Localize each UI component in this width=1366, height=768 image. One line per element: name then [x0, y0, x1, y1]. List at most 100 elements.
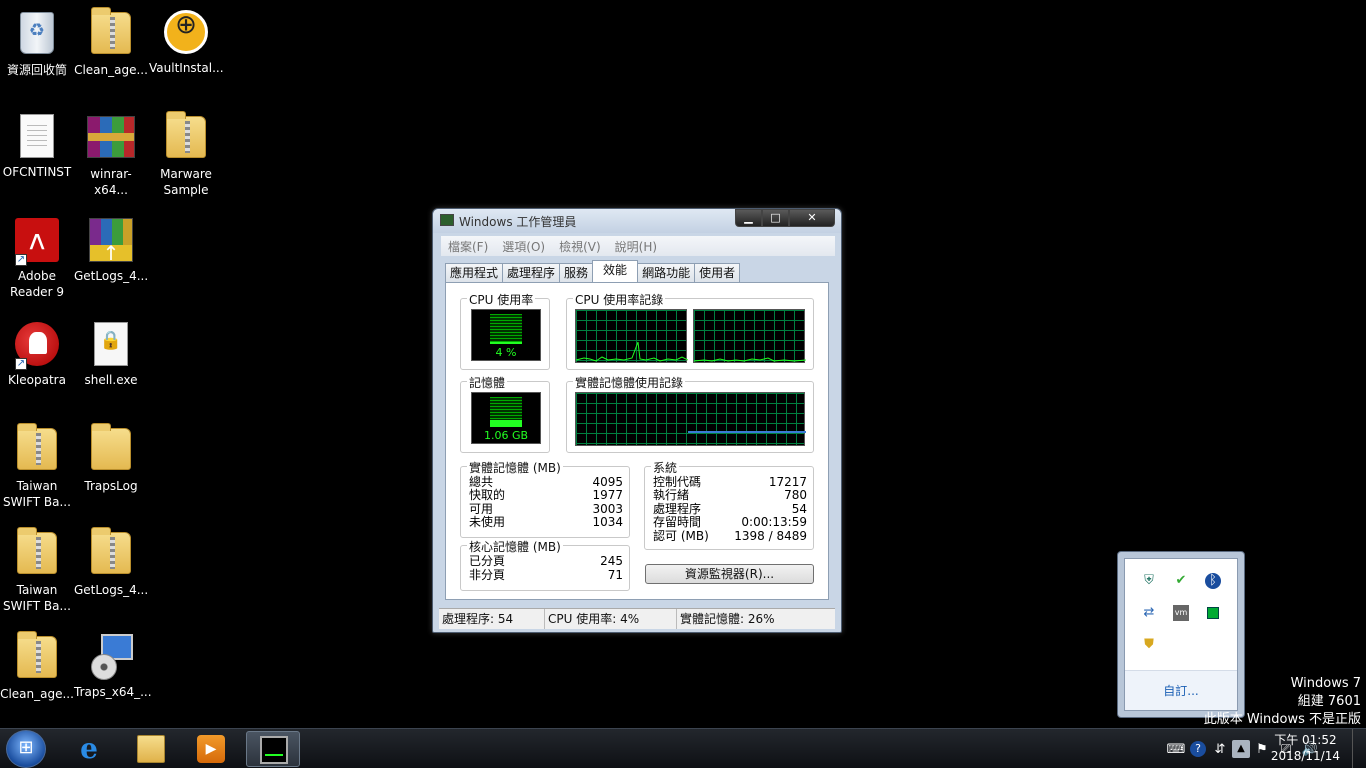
stat-row: 可用 3003 [469, 502, 623, 516]
menu-bar: 檔案(F) 選項(O) 檢視(V) 說明(H) [441, 236, 835, 256]
stat-value: 1398 / 8489 [734, 529, 807, 543]
task-manager-app-icon [440, 214, 454, 226]
cpu-usage-value: 4 % [495, 346, 517, 359]
resource-monitor-button[interactable]: 資源監視器(R)... [645, 564, 814, 584]
desktop-icon-label: 資源回收筒 [6, 63, 67, 77]
cpu-history-line-core2 [694, 357, 806, 362]
taskbar-internet-explorer[interactable]: e [62, 731, 116, 767]
title-bar[interactable]: Windows 工作管理員 ▁ □ ✕ [433, 209, 841, 233]
taskbar-windows-explorer[interactable] [124, 731, 178, 767]
desktop-icon-ofcntinst[interactable]: OFCNTINST [0, 112, 74, 180]
stat-value: 4095 [592, 475, 623, 489]
cpu-history-title: CPU 使用率記錄 [573, 291, 666, 308]
tab-users[interactable]: 使用者 [694, 263, 741, 282]
keyboard-icon[interactable]: ⌨ [1166, 742, 1186, 757]
tab-applications[interactable]: 應用程式 [445, 263, 504, 282]
stat-value: 245 [600, 554, 623, 568]
tab-services[interactable]: 服務 [559, 263, 594, 282]
taskbar-media-player[interactable] [184, 731, 238, 767]
vmware-icon[interactable]: vm [1173, 605, 1189, 621]
kleopatra-icon: ↗ [13, 322, 61, 370]
winrar-icon [87, 116, 135, 164]
performance-panel: CPU 使用率 4 % CPU 使用率記錄 記憶體 1.06 GB 實體記憶體使… [445, 282, 829, 600]
cpu-history-line-core1 [576, 341, 688, 362]
watermark-line2: 組建 7601 [1297, 694, 1361, 709]
show-hidden-icons-button[interactable]: ▲ [1232, 740, 1250, 758]
stat-label: 控制代碼 [653, 475, 702, 489]
desktop-icon-getlogs-folder[interactable]: GetLogs_4... [74, 527, 148, 598]
desktop-icon-kleopatra[interactable]: ↗ Kleopatra [0, 320, 74, 388]
desktop-icon-traps-installer[interactable]: Traps_x64_... [74, 632, 152, 700]
tab-performance[interactable]: 效能 [592, 260, 639, 282]
menu-help[interactable]: 說明(H) [608, 238, 664, 255]
cpu-usage-fill [490, 342, 522, 344]
cpu-history-group: CPU 使用率記錄 [566, 291, 814, 370]
cpu-history-graph-core1 [575, 309, 688, 363]
stat-label: 總共 [469, 475, 494, 489]
desktop-icon-label: Adobe Reader 9 [10, 269, 64, 299]
stat-label: 存留時間 [653, 515, 702, 529]
show-desktop-button[interactable] [1352, 729, 1366, 768]
clock[interactable]: 下午 01:52 2018/11/14 [1271, 732, 1340, 764]
network-share-icon[interactable]: ⇄ [1141, 605, 1157, 621]
cpu-usage-meter: 4 % [471, 309, 541, 361]
desktop-icon-getlogs[interactable]: GetLogs_4... [74, 216, 148, 284]
tab-processes[interactable]: 處理程序 [502, 263, 561, 282]
traps-shield-icon[interactable]: ⛊ [1141, 637, 1157, 653]
desktop-icon-label: Clean_age... [0, 687, 74, 701]
stat-row: 快取的 1977 [469, 488, 623, 502]
clock-time: 下午 01:52 [1274, 733, 1337, 747]
tab-networking[interactable]: 網路功能 [637, 263, 696, 282]
close-button[interactable]: ✕ [789, 209, 835, 227]
desktop-icon-trapslog[interactable]: TrapsLog [74, 423, 148, 494]
stat-row: 認可 (MB) 1398 / 8489 [653, 529, 807, 543]
desktop-icon-winrar[interactable]: winrar-x64... [74, 112, 148, 198]
status-physical-memory: 實體記憶體: 26% [680, 612, 775, 626]
desktop-icon-label: OFCNTINST [2, 165, 72, 179]
desktop-icon-recycle-bin[interactable]: 資源回收筒 [0, 8, 74, 78]
language-bar-icon[interactable]: ⇵ [1210, 742, 1230, 757]
locked-file-icon [87, 322, 135, 370]
taskbar: e ⌨ ? ⇵ ▲ ⚑ ⎚ 🔊 下午 01:52 2018/11/14 [0, 728, 1366, 768]
menu-file[interactable]: 檔案(F) [441, 238, 495, 255]
desktop-icon-taiwan-swift-2[interactable]: Taiwan SWIFT Ba... [0, 527, 74, 614]
stat-row: 控制代碼 17217 [653, 475, 807, 489]
action-center-flag-icon[interactable]: ⚑ [1252, 742, 1272, 757]
desktop-icon-clean-agent-folder[interactable]: Clean_age... [74, 7, 148, 78]
stat-label: 未使用 [469, 515, 506, 529]
maximize-button[interactable]: □ [762, 209, 789, 227]
green-square-icon[interactable] [1207, 607, 1219, 619]
taskbar-task-manager[interactable] [246, 731, 300, 767]
zip-folder-icon [13, 631, 61, 684]
memory-title: 記憶體 [467, 374, 508, 391]
memory-history-graph [575, 392, 806, 446]
stat-label: 處理程序 [653, 502, 702, 516]
usb-safe-remove-icon[interactable]: ✔ [1173, 573, 1189, 589]
stat-value: 71 [607, 568, 623, 582]
desktop-icon-vault-installer[interactable]: VaultInstal... [149, 8, 224, 76]
desktop-icon-label: shell.exe [84, 373, 138, 387]
desktop-icon-clean-agent-folder-2[interactable]: Clean_age... [0, 631, 74, 702]
cpu-usage-title: CPU 使用率 [467, 291, 536, 308]
clock-date: 2018/11/14 [1270, 749, 1340, 763]
start-button[interactable] [6, 730, 46, 768]
menu-view[interactable]: 檢視(V) [552, 238, 608, 255]
cpu-usage-group: CPU 使用率 4 % [460, 291, 550, 370]
folder-icon [87, 423, 135, 476]
tab-strip: 應用程式 處理程序 服務 效能 網路功能 使用者 [445, 260, 741, 282]
help-icon[interactable]: ? [1190, 741, 1206, 757]
desktop-icon-taiwan-swift-1[interactable]: Taiwan SWIFT Ba... [0, 423, 74, 510]
desktop-icon-adobe-reader[interactable]: ᴧ ↗ Adobe Reader 9 [0, 216, 74, 300]
zip-folder-icon [13, 423, 61, 476]
physical-memory-group: 實體記憶體 (MB) 總共 4095 快取的 1977 可用 3003 未使用 1034 [460, 459, 630, 538]
adobe-reader-icon: ᴧ ↗ [13, 218, 61, 266]
desktop-icon-shell-exe[interactable]: shell.exe [74, 320, 148, 388]
minimize-button[interactable]: ▁ [735, 209, 762, 227]
shield-icon[interactable]: ⛨ [1141, 573, 1157, 589]
stat-label: 非分頁 [469, 568, 506, 582]
menu-options[interactable]: 選項(O) [495, 238, 552, 255]
bluetooth-icon[interactable]: ᛒ [1205, 573, 1221, 589]
stat-label: 可用 [469, 502, 494, 516]
desktop-icon-marware-sample[interactable]: Marware Sample [149, 111, 223, 198]
stat-value: 0:00:13:59 [741, 515, 807, 529]
